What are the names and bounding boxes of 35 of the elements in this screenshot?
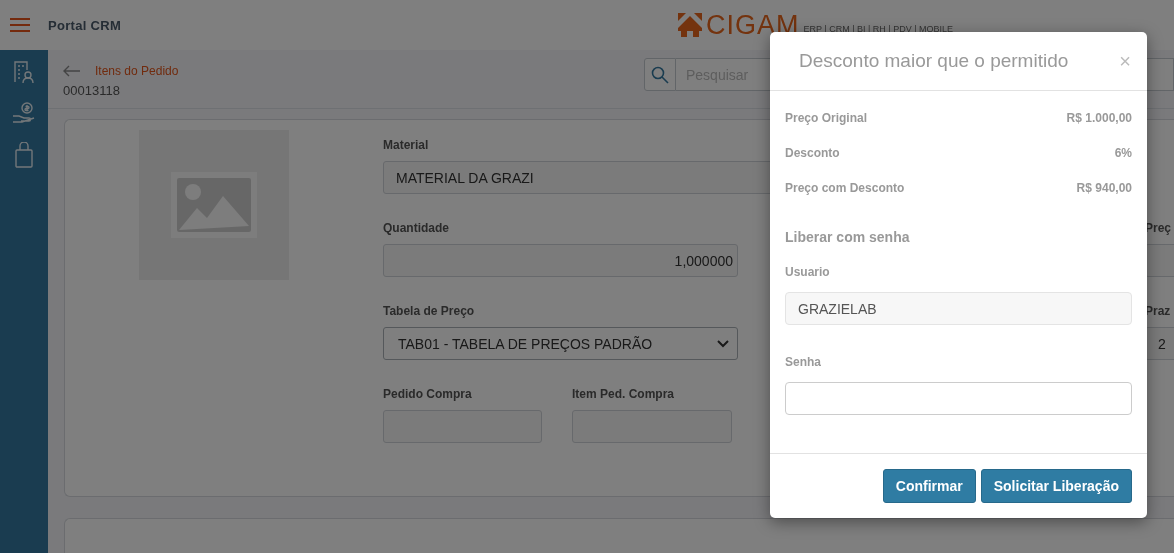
order-number: 00013118: [63, 83, 121, 98]
action-button[interactable]: Solicitar Liberação: [980, 469, 1132, 503]
summary-value: R$ 1.000,00: [1066, 111, 1132, 125]
field-label: Pedido Compra: [383, 387, 473, 401]
dialog-title: Desconto maior que o permitido: [799, 50, 1070, 72]
shopping-bag-icon[interactable]: [14, 142, 34, 168]
field-label: Material: [383, 138, 430, 152]
logo-text: CIGAM: [706, 11, 800, 39]
app-title: Portal CRM: [48, 17, 122, 33]
house-icon: [678, 13, 702, 37]
field-label: Senha: [785, 355, 822, 369]
hand-coin-icon[interactable]: [12, 101, 36, 125]
summary-label: Preço Original: [785, 111, 868, 125]
field-label: Quantidade: [383, 221, 450, 235]
password-field[interactable]: [785, 382, 1132, 415]
summary-label: Preço com Desconto: [785, 181, 905, 195]
field-label: Item Ped. Compra: [572, 387, 676, 401]
input-field[interactable]: [572, 410, 732, 443]
menu-icon[interactable]: [10, 18, 30, 32]
section-title: Liberar com senha: [785, 229, 911, 245]
breadcrumb-link[interactable]: Itens do Pedido: [95, 64, 179, 78]
input-field[interactable]: 2: [1145, 327, 1174, 360]
search-button[interactable]: [644, 58, 676, 91]
select-field[interactable]: TAB01 - TABELA DE PREÇOS PADRÃO: [383, 327, 738, 360]
chevron-down-icon: [717, 339, 729, 348]
input-field[interactable]: 1,000000: [383, 244, 738, 277]
input-field[interactable]: [383, 410, 542, 443]
search-icon[interactable]: [651, 65, 669, 84]
building-person-icon[interactable]: [13, 60, 35, 84]
back-arrow-icon[interactable]: [63, 65, 81, 77]
action-button[interactable]: Confirmar: [882, 469, 976, 503]
field-label: Tabela de Preço: [383, 304, 476, 318]
summary-label: Desconto: [785, 146, 840, 160]
summary-value: 6%: [1114, 146, 1132, 160]
field-label: Usuario: [785, 265, 831, 279]
